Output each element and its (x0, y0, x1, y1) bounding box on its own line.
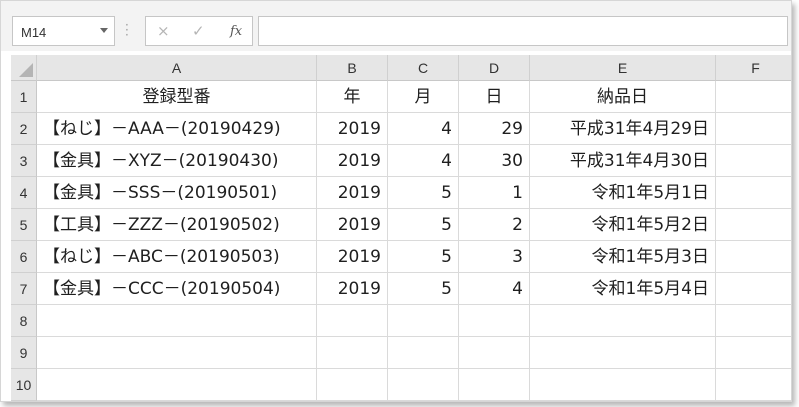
cell-e3[interactable]: 平成31年4月30日 (530, 145, 716, 177)
cell-c10[interactable] (388, 369, 459, 401)
cell-e9[interactable] (530, 337, 716, 369)
cell-b6[interactable]: 2019 (317, 241, 388, 273)
row-header-9[interactable]: 9 (11, 337, 37, 369)
column-header-d[interactable]: D (459, 55, 530, 81)
cell-c9[interactable] (388, 337, 459, 369)
cell-f8[interactable] (716, 305, 791, 337)
cell-c6[interactable]: 5 (388, 241, 459, 273)
row-header-2[interactable]: 2 (11, 113, 37, 145)
row-header-3[interactable]: 3 (11, 145, 37, 177)
cell-c7[interactable]: 5 (388, 273, 459, 305)
cell-f1[interactable] (716, 81, 791, 113)
cell-c2[interactable]: 4 (388, 113, 459, 145)
cell-b10[interactable] (317, 369, 388, 401)
cell-f4[interactable] (716, 177, 791, 209)
grip-icon[interactable]: · · · (125, 19, 129, 41)
cell-d10[interactable] (459, 369, 530, 401)
cell-d5[interactable]: 2 (459, 209, 530, 241)
cell-c3[interactable]: 4 (388, 145, 459, 177)
cell-a1[interactable]: 登録型番 (37, 81, 317, 113)
cell-e5[interactable]: 令和1年5月2日 (530, 209, 716, 241)
cell-b5[interactable]: 2019 (317, 209, 388, 241)
cell-d1[interactable]: 日 (459, 81, 530, 113)
cell-a9[interactable] (37, 337, 317, 369)
name-box-value: M14 (21, 25, 47, 40)
cell-c5[interactable]: 5 (388, 209, 459, 241)
cell-e7[interactable]: 令和1年5月4日 (530, 273, 716, 305)
row-header-4[interactable]: 4 (11, 177, 37, 209)
cell-a7[interactable]: 【金具】－CCC－(20190504) (37, 273, 317, 305)
formula-toolbar: M14 · · · × ✓ fx (1, 1, 791, 51)
column-header-f[interactable]: F (716, 55, 791, 81)
cell-f3[interactable] (716, 145, 791, 177)
cell-a8[interactable] (37, 305, 317, 337)
formula-input[interactable] (258, 16, 788, 46)
cell-d6[interactable]: 3 (459, 241, 530, 273)
cell-a6[interactable]: 【ねじ】－ABC－(20190503) (37, 241, 317, 273)
cell-c8[interactable] (388, 305, 459, 337)
column-header-b[interactable]: B (317, 55, 388, 81)
chevron-down-icon[interactable] (100, 28, 108, 33)
select-all-icon (19, 63, 33, 77)
formula-buttons: × ✓ fx (145, 16, 253, 46)
cell-e10[interactable] (530, 369, 716, 401)
cell-b1[interactable]: 年 (317, 81, 388, 113)
cell-a5[interactable]: 【工具】－ZZZ－(20190502) (37, 209, 317, 241)
cell-a4[interactable]: 【金具】－SSS－(20190501) (37, 177, 317, 209)
row-header-1[interactable]: 1 (11, 81, 37, 113)
spreadsheet-window: M14 · · · × ✓ fx A B C D E F 1 登録型番年月日納品日 2 【ねじ】－AA… (0, 0, 792, 402)
column-header-e[interactable]: E (530, 55, 716, 81)
cell-b9[interactable] (317, 337, 388, 369)
cell-e6[interactable]: 令和1年5月3日 (530, 241, 716, 273)
cell-e1[interactable]: 納品日 (530, 81, 716, 113)
cell-f10[interactable] (716, 369, 791, 401)
cell-b8[interactable] (317, 305, 388, 337)
cell-a2[interactable]: 【ねじ】－AAA－(20190429) (37, 113, 317, 145)
cell-d7[interactable]: 4 (459, 273, 530, 305)
row-header-8[interactable]: 8 (11, 305, 37, 337)
cell-f5[interactable] (716, 209, 791, 241)
cell-b7[interactable]: 2019 (317, 273, 388, 305)
enter-icon[interactable]: ✓ (192, 22, 205, 40)
cell-f2[interactable] (716, 113, 791, 145)
cell-f6[interactable] (716, 241, 791, 273)
cell-b2[interactable]: 2019 (317, 113, 388, 145)
row-header-7[interactable]: 7 (11, 273, 37, 305)
cell-c4[interactable]: 5 (388, 177, 459, 209)
cell-e2[interactable]: 平成31年4月29日 (530, 113, 716, 145)
name-box[interactable]: M14 (12, 16, 115, 46)
cell-a3[interactable]: 【金具】－XYZ－(20190430) (37, 145, 317, 177)
cell-d9[interactable] (459, 337, 530, 369)
cell-d4[interactable]: 1 (459, 177, 530, 209)
row-header-6[interactable]: 6 (11, 241, 37, 273)
cell-c1[interactable]: 月 (388, 81, 459, 113)
cell-f7[interactable] (716, 273, 791, 305)
insert-function-icon[interactable]: fx (230, 24, 242, 39)
cell-a10[interactable] (37, 369, 317, 401)
column-header-c[interactable]: C (388, 55, 459, 81)
select-all-button[interactable] (11, 55, 37, 81)
cell-b4[interactable]: 2019 (317, 177, 388, 209)
row-header-10[interactable]: 10 (11, 369, 37, 401)
cell-e8[interactable] (530, 305, 716, 337)
cell-d8[interactable] (459, 305, 530, 337)
cell-f9[interactable] (716, 337, 791, 369)
cell-b3[interactable]: 2019 (317, 145, 388, 177)
cell-e4[interactable]: 令和1年5月1日 (530, 177, 716, 209)
row-header-5[interactable]: 5 (11, 209, 37, 241)
cell-d2[interactable]: 29 (459, 113, 530, 145)
column-header-a[interactable]: A (37, 55, 317, 81)
cell-d3[interactable]: 30 (459, 145, 530, 177)
cancel-icon[interactable]: × (157, 22, 170, 40)
